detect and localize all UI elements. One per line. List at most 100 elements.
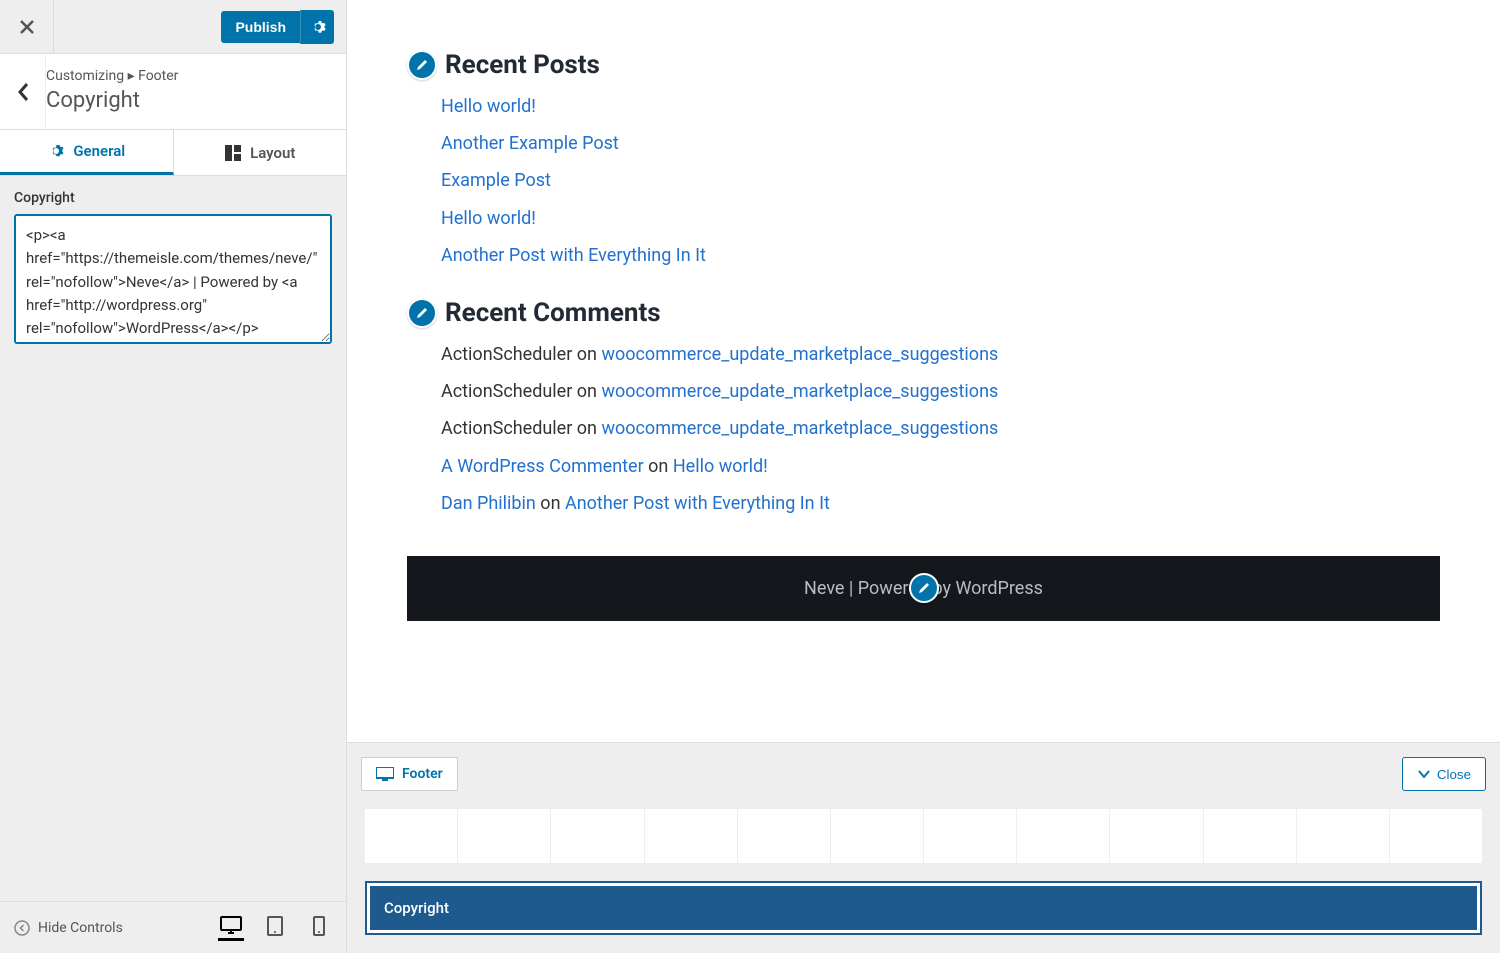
gear-icon (47, 142, 65, 160)
device-mobile-button[interactable] (306, 915, 332, 941)
footer-tab-label: Footer (402, 766, 443, 782)
gear-icon (310, 19, 326, 35)
comment-post-link[interactable]: Hello world! (673, 456, 768, 477)
comment-on-text: on (536, 493, 565, 514)
list-item: Dan Philibin on Another Post with Everyt… (441, 491, 1440, 516)
edit-footer-button[interactable] (909, 573, 939, 603)
comment-post-link[interactable]: woocommerce_update_marketplace_suggestio… (601, 381, 998, 402)
preview-body[interactable]: Recent Posts Hello world! Another Example… (347, 0, 1500, 742)
tab-layout[interactable]: Layout (174, 130, 347, 175)
publish-group: Publish (209, 10, 346, 44)
device-desktop-button[interactable] (218, 915, 244, 941)
builder-cell[interactable] (551, 809, 644, 863)
desktop-icon (220, 916, 242, 936)
recent-posts-list: Hello world! Another Example Post Example … (407, 94, 1440, 268)
list-item: ActionScheduler on woocommerce_update_ma… (441, 416, 1440, 441)
close-customizer-button[interactable] (0, 0, 54, 54)
footer-builder-panel: Footer Close Co (347, 742, 1500, 953)
builder-row-top[interactable] (365, 809, 1482, 863)
pencil-icon (415, 306, 429, 320)
list-item: Another Example Post (441, 131, 1440, 156)
builder-cell[interactable] (365, 809, 458, 863)
recent-posts-title-row: Recent Posts (407, 50, 1440, 80)
builder-cell[interactable] (1204, 809, 1297, 863)
recent-comments-title: Recent Comments (445, 298, 661, 328)
chevron-down-icon (1417, 769, 1431, 779)
section-header: Customizing ▸ Footer Copyright (0, 54, 346, 130)
comment-on-text: on (644, 456, 673, 477)
list-item: A WordPress Commenter on Hello world! (441, 454, 1440, 479)
builder-cell[interactable] (1297, 809, 1390, 863)
post-link[interactable]: Another Example Post (441, 133, 619, 154)
recent-comments-list: ActionScheduler on woocommerce_update_ma… (407, 342, 1440, 516)
layout-icon (224, 144, 242, 162)
pencil-icon (415, 58, 429, 72)
comment-on-text: on (572, 344, 601, 365)
comment-on-text: on (572, 381, 601, 402)
builder-cell[interactable] (924, 809, 1017, 863)
comment-post-link[interactable]: woocommerce_update_marketplace_suggestio… (601, 344, 998, 365)
copyright-component[interactable]: Copyright (370, 886, 1477, 930)
tab-general[interactable]: General (0, 130, 174, 175)
builder-cell[interactable] (738, 809, 831, 863)
breadcrumb-separator: ▸ (128, 68, 139, 84)
close-icon (20, 20, 34, 34)
recent-comments-title-row: Recent Comments (407, 298, 1440, 328)
list-item: Hello world! (441, 206, 1440, 231)
builder-top: Footer Close (361, 757, 1486, 791)
comment-author-link[interactable]: A WordPress Commenter (441, 456, 644, 477)
hide-controls-button[interactable]: Hide Controls (14, 920, 123, 936)
builder-cell[interactable] (1390, 809, 1482, 863)
builder-row-bottom[interactable]: Copyright (365, 881, 1482, 935)
mobile-icon (313, 916, 325, 936)
edit-widget-button[interactable] (407, 50, 437, 80)
device-tablet-button[interactable] (262, 915, 288, 941)
desktop-icon (376, 767, 394, 781)
comment-author-link[interactable]: Dan Philibin (441, 493, 536, 514)
breadcrumb-prefix: Customizing (46, 68, 124, 84)
comment-author: ActionScheduler (441, 418, 572, 439)
builder-cell[interactable] (831, 809, 924, 863)
sidebar-topbar: Publish (0, 0, 346, 54)
device-buttons (218, 915, 332, 941)
list-item: Example Post (441, 168, 1440, 193)
post-link[interactable]: Hello world! (441, 208, 536, 229)
footer-tab[interactable]: Footer (361, 757, 458, 791)
builder-rows: Copyright (361, 805, 1486, 939)
pencil-icon (917, 581, 931, 595)
comment-on-text: on (572, 418, 601, 439)
site-footer: Neve | Powered by WordPress (407, 556, 1440, 621)
back-button[interactable] (0, 54, 46, 129)
builder-close-button[interactable]: Close (1402, 757, 1486, 791)
breadcrumb: Customizing ▸ Footer (46, 68, 330, 84)
breadcrumb-section: Footer (138, 68, 178, 84)
comment-author: ActionScheduler (441, 344, 572, 365)
chevron-left-icon (17, 82, 29, 102)
builder-cell[interactable] (1110, 809, 1203, 863)
footer-neve-link[interactable]: Neve (804, 578, 844, 599)
footer-wordpress-link[interactable]: WordPress (955, 578, 1042, 599)
publish-settings-button[interactable] (300, 10, 334, 44)
customizer-sidebar: Publish Customizing ▸ Footer Copyright G… (0, 0, 347, 953)
tab-layout-label: Layout (250, 144, 295, 162)
post-link[interactable]: Example Post (441, 170, 551, 191)
comment-post-link[interactable]: woocommerce_update_marketplace_suggestio… (601, 418, 998, 439)
post-link[interactable]: Hello world! (441, 96, 536, 117)
preview-pane: Recent Posts Hello world! Another Example… (347, 0, 1500, 953)
comment-post-link[interactable]: Another Post with Everything In It (565, 493, 830, 514)
publish-button[interactable]: Publish (221, 11, 300, 43)
post-link[interactable]: Another Post with Everything In It (441, 245, 706, 266)
footer-separator: | (844, 578, 857, 599)
builder-cell[interactable] (1017, 809, 1110, 863)
builder-close-label: Close (1437, 767, 1471, 782)
copyright-textarea[interactable] (14, 214, 332, 344)
controls-body: Copyright (0, 176, 346, 901)
builder-cell[interactable] (645, 809, 738, 863)
builder-cell[interactable] (458, 809, 551, 863)
copyright-label: Copyright (14, 190, 332, 206)
list-item: Another Post with Everything In It (441, 243, 1440, 268)
edit-widget-button[interactable] (407, 298, 437, 328)
tab-bar: General Layout (0, 130, 346, 176)
list-item: ActionScheduler on woocommerce_update_ma… (441, 379, 1440, 404)
comment-author: ActionScheduler (441, 381, 572, 402)
